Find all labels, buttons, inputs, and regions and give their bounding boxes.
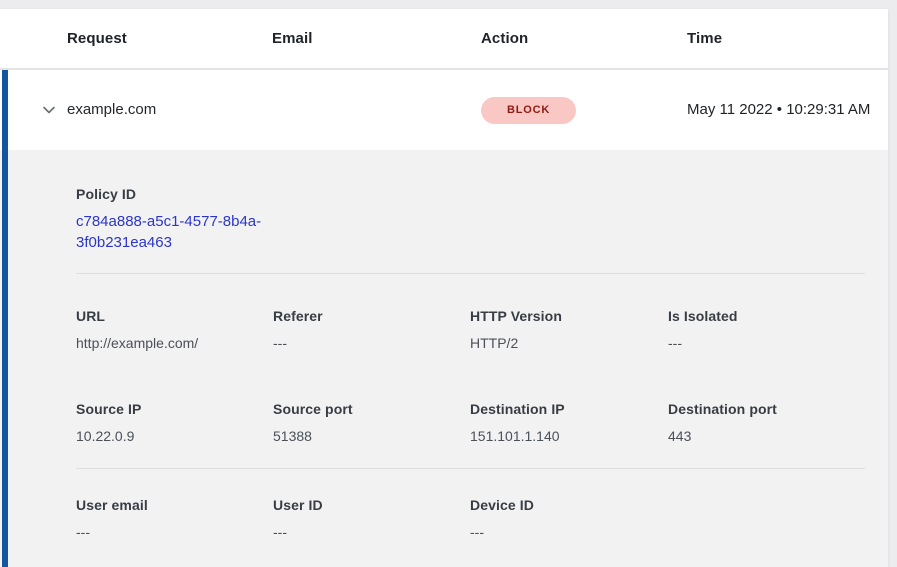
detail-field-row: Source IP 10.22.0.9 Source port 51388 De… [76, 401, 865, 444]
field-label: Destination port [668, 401, 865, 417]
field-label: Referer [273, 308, 470, 324]
field-value: 10.22.0.9 [76, 428, 273, 444]
column-header-request: Request [67, 30, 272, 47]
log-table: Request Email Action Time example.com BL… [0, 9, 888, 567]
field-label: HTTP Version [470, 308, 668, 324]
detail-field-row: User email --- User ID --- Device ID --- [76, 497, 865, 540]
chevron-down-icon[interactable] [41, 102, 57, 118]
field-value: 443 [668, 428, 865, 444]
request-value: example.com [67, 101, 156, 118]
section-divider [76, 273, 865, 274]
field-label: User ID [273, 497, 470, 513]
section-divider [76, 468, 865, 469]
field-value: --- [273, 524, 470, 540]
field-source-ip: Source IP 10.22.0.9 [76, 401, 273, 444]
field-value: --- [76, 524, 273, 540]
field-label: Device ID [470, 497, 668, 513]
policy-section: Policy ID c784a888-a5c1-4577-8b4a-3f0b23… [76, 186, 865, 253]
column-header-action: Action [481, 30, 687, 47]
field-referer: Referer --- [273, 308, 470, 351]
field-destination-port: Destination port 443 [668, 401, 865, 444]
policy-id-label: Policy ID [76, 186, 865, 202]
field-label: Source IP [76, 401, 273, 417]
time-value: May 11 2022 • 10:29:31 AM [687, 98, 882, 121]
table-header: Request Email Action Time [0, 9, 888, 70]
field-device-id: Device ID --- [470, 497, 668, 540]
field-url: URL http://example.com/ [76, 308, 273, 351]
field-is-isolated: Is Isolated --- [668, 308, 865, 351]
field-value: http://example.com/ [76, 335, 273, 351]
field-source-port: Source port 51388 [273, 401, 470, 444]
field-value: 151.101.1.140 [470, 428, 668, 444]
field-http-version: HTTP Version HTTP/2 [470, 308, 668, 351]
field-label: Is Isolated [668, 308, 865, 324]
field-value: --- [470, 524, 668, 540]
row-details-panel: Policy ID c784a888-a5c1-4577-8b4a-3f0b23… [0, 150, 888, 567]
action-block-badge: BLOCK [481, 97, 576, 124]
field-label: URL [76, 308, 273, 324]
policy-id-link[interactable]: c784a888-a5c1-4577-8b4a-3f0b231ea463 [76, 211, 288, 253]
field-value: HTTP/2 [470, 335, 668, 351]
field-label: User email [76, 497, 273, 513]
request-log-page: Request Email Action Time example.com BL… [0, 0, 897, 567]
column-header-time: Time [687, 30, 888, 47]
column-header-email: Email [272, 30, 481, 47]
field-user-email: User email --- [76, 497, 273, 540]
field-label: Destination IP [470, 401, 668, 417]
selected-row-accent-bar [2, 70, 8, 567]
field-empty [668, 497, 865, 540]
table-row[interactable]: example.com BLOCK May 11 2022 • 10:29:31… [0, 70, 888, 150]
field-label: Source port [273, 401, 470, 417]
detail-field-row: URL http://example.com/ Referer --- HTTP… [76, 308, 865, 351]
field-value: --- [273, 335, 470, 351]
field-destination-ip: Destination IP 151.101.1.140 [470, 401, 668, 444]
field-value: --- [668, 335, 865, 351]
field-value: 51388 [273, 428, 470, 444]
field-user-id: User ID --- [273, 497, 470, 540]
